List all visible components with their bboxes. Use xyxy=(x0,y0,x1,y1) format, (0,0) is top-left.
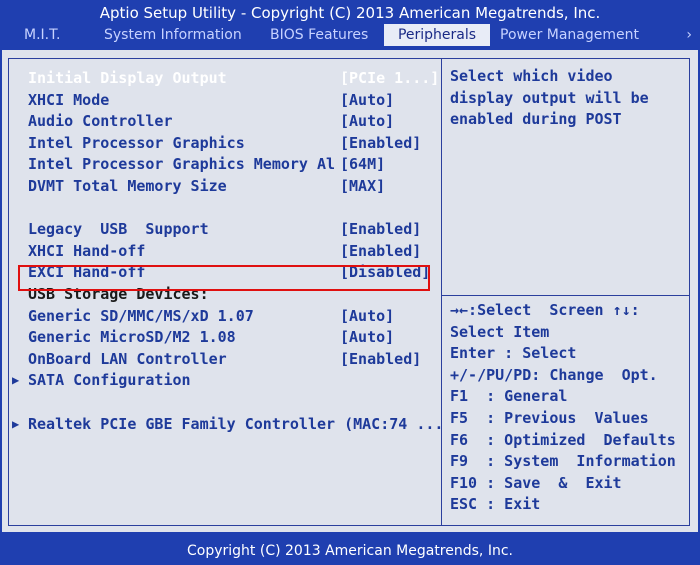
setting-value[interactable]: [Enabled] xyxy=(340,349,421,371)
setting-label: Audio Controller xyxy=(28,112,173,131)
setting-generic-microsd[interactable]: Generic MicroSD/M2 1.08 [Auto] xyxy=(12,327,432,349)
setting-value[interactable]: [Auto] xyxy=(340,111,394,133)
setting-value[interactable]: [Enabled] xyxy=(340,133,421,155)
tab-bar: M.I.T. System Information BIOS Features … xyxy=(0,24,700,46)
setting-label: XHCI Hand-off xyxy=(28,241,146,260)
key-hint: +/-/PU/PD: Change Opt. xyxy=(450,365,658,384)
settings-list: Initial Display Output [PCIe 1...] XHCI … xyxy=(12,68,443,436)
setting-label: OnBoard LAN Controller xyxy=(28,349,227,368)
help-text: Select which video display output will b… xyxy=(450,67,649,129)
submenu-label: SATA Configuration xyxy=(28,371,191,390)
submenu-arrow-icon: ▶ xyxy=(12,373,20,388)
submenu-realtek-lan[interactable]: ▶ Realtek PCIe GBE Family Controller (MA… xyxy=(12,414,443,436)
settings-panel: Initial Display Output [PCIe 1...] XHCI … xyxy=(2,50,698,532)
setting-label: DVMT Total Memory Size xyxy=(28,176,227,195)
setting-label: XHCI Mode xyxy=(28,90,110,109)
setting-label: Intel Processor Graphics Memory Al xyxy=(28,155,336,174)
tab-mit[interactable]: M.I.T. xyxy=(24,24,60,46)
key-hint: F6 : Optimized Defaults xyxy=(450,430,676,449)
help-divider xyxy=(442,295,689,296)
setting-label: Initial Display Output xyxy=(28,69,227,87)
setting-value[interactable]: [MAX] xyxy=(340,176,385,198)
setting-value[interactable]: [Enabled] xyxy=(340,219,421,241)
setting-intel-processor-graphics[interactable]: Intel Processor Graphics [Enabled] xyxy=(12,133,432,155)
setting-label: Generic SD/MMC/MS/xD 1.07 xyxy=(28,306,254,325)
setting-value[interactable]: [Auto] xyxy=(340,327,394,349)
setting-graphics-memory[interactable]: Intel Processor Graphics Memory Al [64M] xyxy=(12,154,432,176)
submenu-label: Realtek PCIe GBE Family Controller (MAC:… xyxy=(28,414,444,433)
tab-scroll-right-icon[interactable]: › xyxy=(686,24,692,47)
key-hint: ESC : Exit xyxy=(450,495,541,514)
window-title: Aptio Setup Utility - Copyright (C) 2013… xyxy=(99,4,601,22)
key-hint: F9 : System Information xyxy=(450,452,676,471)
footer-copyright: Copyright (C) 2013 American Megatrends, … xyxy=(187,543,513,559)
setting-label: Generic MicroSD/M2 1.08 xyxy=(28,328,236,347)
setting-value[interactable]: [64M] xyxy=(340,154,385,176)
panel-divider xyxy=(441,59,442,525)
submenu-sata-configuration[interactable]: ▶ SATA Configuration xyxy=(12,370,432,392)
tab-power-management[interactable]: Power Management xyxy=(500,24,639,46)
setting-label: Legacy USB Support xyxy=(28,220,209,239)
key-legend: →←:Select Screen ↑↓: Select Item Enter :… xyxy=(450,300,690,516)
key-hint: →←:Select Screen ↑↓: xyxy=(450,301,640,319)
setting-value[interactable]: [Auto] xyxy=(340,306,394,328)
setting-value[interactable]: [Auto] xyxy=(340,90,394,112)
setting-generic-sd-mmc[interactable]: Generic SD/MMC/MS/xD 1.07 [Auto] xyxy=(12,306,432,328)
setting-initial-display-output[interactable]: Initial Display Output [PCIe 1...] xyxy=(12,68,439,90)
key-hint: Select Item xyxy=(450,322,550,341)
tab-bios-features[interactable]: BIOS Features xyxy=(270,24,368,46)
setting-xhci-mode[interactable]: XHCI Mode [Auto] xyxy=(12,90,432,112)
tab-system-information[interactable]: System Information xyxy=(104,24,242,46)
setting-dvmt-total-memory[interactable]: DVMT Total Memory Size [MAX] xyxy=(12,176,432,198)
setting-audio-controller[interactable]: Audio Controller [Auto] xyxy=(12,111,432,133)
setting-legacy-usb-support[interactable]: Legacy USB Support [Enabled] xyxy=(12,219,432,241)
setting-label: Intel Processor Graphics xyxy=(28,133,245,152)
key-hint: F10 : Save & Exit xyxy=(450,473,622,492)
key-hint: Enter : Select xyxy=(450,344,577,363)
setting-xhci-hand-off[interactable]: XHCI Hand-off [Enabled] xyxy=(12,241,432,263)
setting-onboard-lan[interactable]: OnBoard LAN Controller [Enabled] xyxy=(12,349,432,371)
legacy-usb-highlight-box xyxy=(18,265,430,291)
setting-value[interactable]: [Enabled] xyxy=(340,241,421,263)
submenu-arrow-icon: ▶ xyxy=(12,416,20,431)
tab-peripherals[interactable]: Peripherals xyxy=(384,24,490,46)
key-hint: F5 : Previous Values xyxy=(450,408,649,427)
setting-value[interactable]: [PCIe 1...] xyxy=(340,68,439,90)
key-hint: F1 : General xyxy=(450,387,568,406)
